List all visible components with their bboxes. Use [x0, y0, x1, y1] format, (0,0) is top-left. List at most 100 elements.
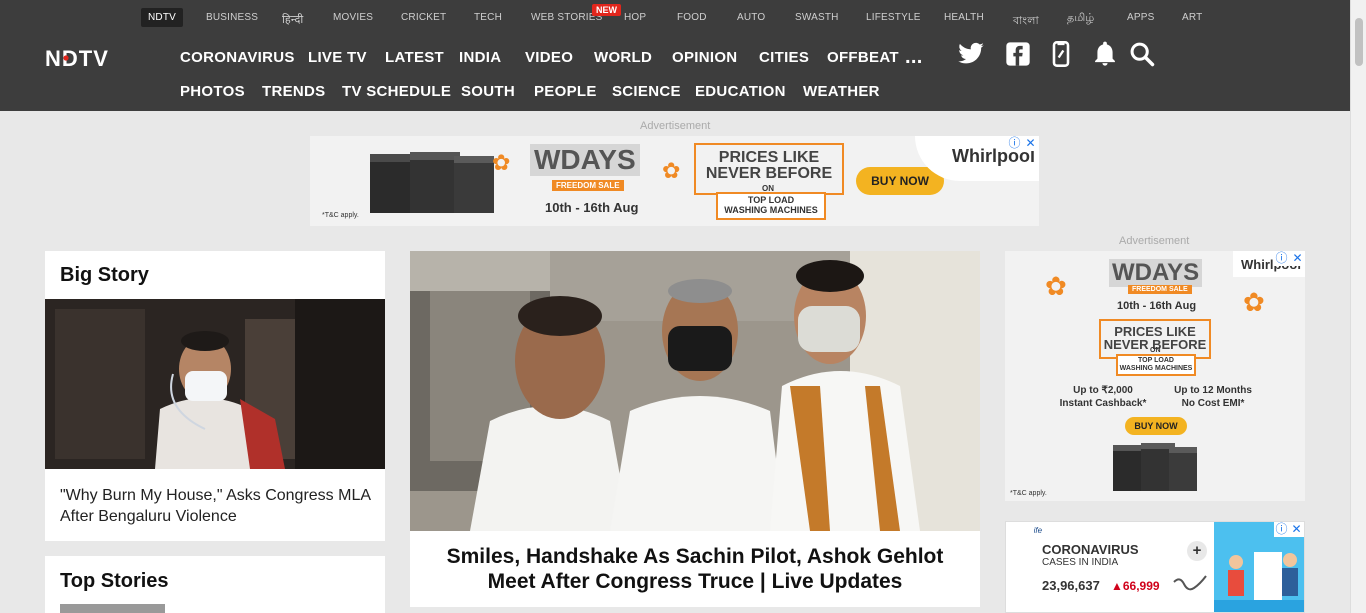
topnav-bangla[interactable]: বাংলা: [1013, 12, 1039, 31]
nav-cities[interactable]: CITIES: [759, 49, 809, 66]
topnav-business[interactable]: BUSINESS: [206, 12, 258, 23]
topnav-food[interactable]: FOOD: [677, 12, 707, 23]
ad-close-icon[interactable]: ✕: [1023, 136, 1038, 151]
flag-icon: ✿: [1045, 271, 1067, 301]
washing-machines-text: WASHING MACHINES: [1119, 364, 1193, 372]
on-text: ON: [1150, 347, 1161, 354]
topnav-cricket[interactable]: CRICKET: [401, 12, 446, 23]
ndtv-logo[interactable]: NDTV: [45, 47, 145, 69]
emi-line2: No Cost EMI*: [1181, 398, 1245, 409]
main-story-headline[interactable]: Smiles, Handshake As Sachin Pilot, Ashok…: [420, 544, 970, 594]
sale-dates: 10th - 16th Aug: [545, 200, 639, 215]
cashback-line2: Instant Cashback*: [1059, 398, 1147, 409]
nav-weather[interactable]: WEATHER: [803, 83, 880, 100]
big-story-photo: [45, 299, 385, 469]
topnav-hindi[interactable]: हिन्दी: [282, 12, 303, 27]
flag-icon: ✿: [492, 150, 511, 175]
flag-icon: ✿: [662, 158, 681, 183]
nav-offbeat[interactable]: OFFBEAT: [827, 49, 899, 66]
buy-now-button[interactable]: BUY NOW: [1125, 417, 1187, 435]
top-story-thumbnail[interactable]: [60, 604, 165, 613]
big-story-heading: Big Story: [60, 264, 149, 286]
facebook-icon[interactable]: [1004, 40, 1032, 68]
nav-tv-schedule[interactable]: TV SCHEDULE: [342, 83, 451, 100]
prices-line2: NEVER BEFORE: [705, 165, 833, 182]
new-badge: NEW: [592, 4, 621, 16]
top-stories-card: Top Stories: [45, 556, 385, 613]
nav-education[interactable]: EDUCATION: [695, 83, 786, 100]
wdays-logo: WDAYS: [1109, 259, 1203, 287]
topnav-lifestyle[interactable]: LIFESTYLE: [866, 12, 921, 23]
cashback-line1: Up to ₹2,000: [1073, 385, 1133, 396]
sale-dates: 10th - 16th Aug: [1117, 300, 1197, 312]
corona-title: CORONAVIRUS: [1042, 542, 1139, 557]
topnav-tech[interactable]: TECH: [474, 12, 502, 23]
big-story-card[interactable]: Big Story "Why Burn My House," Asks Cong…: [45, 251, 385, 541]
buy-now-button[interactable]: BUY NOW: [856, 167, 944, 195]
emi-line1: Up to 12 Months: [1174, 385, 1252, 396]
topnav-hop[interactable]: HOP: [624, 12, 646, 23]
nav-latest[interactable]: LATEST: [385, 49, 444, 66]
big-story-image[interactable]: [45, 299, 385, 469]
nav-video[interactable]: VIDEO: [525, 49, 573, 66]
scrollbar-thumb[interactable]: [1355, 18, 1363, 66]
topnav-tamil[interactable]: தமிழ்: [1067, 12, 1094, 26]
top-stories-heading: Top Stories: [60, 570, 169, 592]
ad-close-icon[interactable]: ✕: [1289, 522, 1304, 537]
twitter-icon[interactable]: [957, 40, 985, 68]
wdays-logo: WDAYS: [530, 144, 640, 176]
nav-trends[interactable]: TRENDS: [262, 83, 325, 100]
nav-live-tv[interactable]: LIVE TV: [308, 49, 367, 66]
nav-india[interactable]: INDIA: [459, 49, 501, 66]
ad-label-side: Advertisement: [1119, 235, 1190, 247]
ad-close-icon[interactable]: ✕: [1290, 251, 1305, 266]
ad-info-icon[interactable]: ⓘ: [1274, 251, 1289, 266]
cashback-offer: Up to ₹2,000 Instant Cashback*: [1053, 384, 1153, 410]
nav-coronavirus[interactable]: CORONAVIRUS: [180, 49, 295, 66]
expand-button[interactable]: +: [1187, 541, 1207, 561]
ad-label-top: Advertisement: [640, 120, 711, 132]
mobile-app-icon[interactable]: [1047, 40, 1075, 68]
topnav-art[interactable]: ART: [1182, 12, 1202, 23]
topnav-health[interactable]: HEALTH: [944, 12, 984, 23]
coronavirus-widget-ad[interactable]: SBI Life CORONAVIRUS CASES IN INDIA 23,9…: [1005, 521, 1305, 613]
top-load-box: TOP LOAD WASHING MACHINES: [716, 192, 826, 220]
nav-people[interactable]: PEOPLE: [534, 83, 597, 100]
top-load-box: TOP LOAD WASHING MACHINES: [1116, 354, 1196, 376]
topnav-auto[interactable]: AUTO: [737, 12, 765, 23]
big-story-headline[interactable]: "Why Burn My House," Asks Congress MLA A…: [60, 485, 378, 527]
ad-info-icon[interactable]: ⓘ: [1274, 522, 1289, 537]
top-nav: NDTV BUSINESS हिन्दी MOVIES CRICKET TECH…: [0, 0, 1350, 36]
freedom-sale-tag: FREEDOM SALE: [552, 180, 624, 191]
topnav-swasth[interactable]: SWASTH: [795, 12, 839, 23]
topnav-apps[interactable]: APPS: [1127, 12, 1154, 23]
search-icon[interactable]: [1128, 40, 1156, 68]
nav-science[interactable]: SCIENCE: [612, 83, 681, 100]
sponsor-strip: [1006, 522, 1034, 612]
nav-world[interactable]: WORLD: [594, 49, 652, 66]
logo-red-dot: [63, 55, 69, 61]
washing-machines-image: [1113, 443, 1197, 491]
top-banner-ad[interactable]: *T&C apply. ✿ WDAYS FREEDOM SALE 10th - …: [310, 136, 1039, 226]
side-ad[interactable]: ✿ ✿ WDAYS FREEDOM SALE 10th - 16th Aug P…: [1005, 251, 1305, 501]
page-scrollbar[interactable]: [1350, 0, 1366, 613]
flag-icon: ✿: [1243, 287, 1265, 317]
notification-bell-icon[interactable]: [1091, 40, 1119, 68]
corona-case-count: 23,96,637: [1042, 578, 1100, 593]
main-story-photo: [410, 251, 980, 531]
top-load-text: TOP LOAD: [1138, 357, 1174, 364]
tnc-text: *T&C apply.: [322, 212, 359, 219]
main-story-card[interactable]: Smiles, Handshake As Sachin Pilot, Ashok…: [410, 251, 980, 607]
ad-info-icon[interactable]: ⓘ: [1007, 136, 1022, 151]
nav-south[interactable]: SOUTH: [461, 83, 515, 100]
nav-more[interactable]: ...: [905, 46, 923, 69]
tnc-text: *T&C apply.: [1010, 490, 1047, 497]
main-story-image[interactable]: [410, 251, 980, 531]
prices-line1: PRICES LIKE: [718, 149, 820, 166]
nav-opinion[interactable]: OPINION: [672, 49, 737, 66]
trend-line-icon: [1173, 575, 1207, 591]
topnav-movies[interactable]: MOVIES: [333, 12, 373, 23]
nav-photos[interactable]: PHOTOS: [180, 83, 245, 100]
freedom-sale-tag: FREEDOM SALE: [1128, 285, 1192, 294]
topnav-ndtv[interactable]: NDTV: [141, 8, 184, 27]
